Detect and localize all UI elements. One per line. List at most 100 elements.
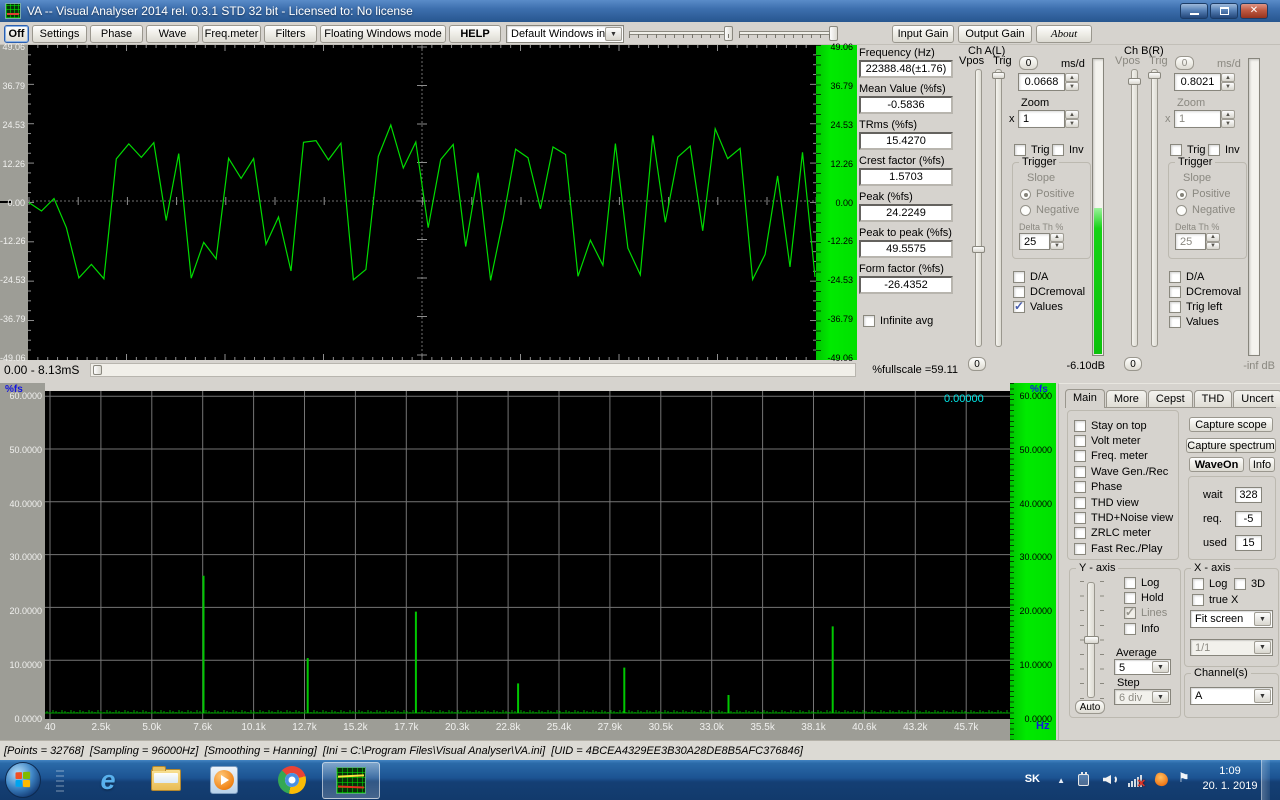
settings-button[interactable]: Settings	[32, 25, 87, 43]
y-scale-slider-thumb[interactable]	[1084, 636, 1099, 644]
main-option-checkbox[interactable]: Volt meter	[1074, 433, 1173, 448]
language-indicator[interactable]: SK	[1025, 773, 1040, 785]
minimize-button[interactable]	[1180, 3, 1208, 19]
media-player-icon[interactable]	[208, 764, 240, 796]
req-value[interactable]: -5	[1235, 511, 1262, 527]
main-option-checkbox[interactable]: THD+Noise view	[1074, 510, 1173, 525]
channel-b-option-checkbox[interactable]: DCremoval	[1169, 284, 1241, 299]
input-device-select[interactable]: Default Windows inp	[506, 25, 624, 43]
main-option-checkbox[interactable]: ZRLC meter	[1074, 526, 1173, 541]
start-button[interactable]	[5, 762, 41, 798]
wave-on-button[interactable]: WaveOn	[1189, 457, 1244, 472]
show-hidden-icons-icon[interactable]: ▲	[1057, 776, 1065, 785]
infinite-avg-checkbox[interactable]: Infinite avg	[863, 315, 933, 327]
check-icon[interactable]	[1169, 271, 1181, 283]
ratio-select[interactable]: 1/1	[1190, 639, 1273, 656]
main-option-checkbox[interactable]: Stay on top	[1074, 418, 1173, 433]
show-desktop-button[interactable]	[1261, 760, 1270, 800]
x-truex-checkbox[interactable]: true X	[1192, 594, 1238, 606]
channel-b-msd-spinner[interactable]	[1221, 73, 1235, 91]
check-icon[interactable]	[1074, 450, 1086, 462]
channel-a-inv-check-icon[interactable]	[1052, 144, 1064, 156]
channel-b-vpos-thumb[interactable]	[1128, 78, 1141, 85]
check-icon[interactable]	[1192, 578, 1204, 590]
y-scale-slider[interactable]	[1087, 582, 1095, 698]
internet-explorer-icon[interactable]: e	[92, 764, 124, 796]
used-value[interactable]: 15	[1235, 535, 1262, 551]
channel-a-msd-spinner[interactable]	[1065, 73, 1079, 91]
scope-scrollbar[interactable]	[90, 363, 856, 377]
channel-b-option-checkbox[interactable]: Values	[1169, 314, 1241, 329]
main-option-checkbox[interactable]: Wave Gen./Rec	[1074, 464, 1173, 479]
maximize-button[interactable]	[1210, 3, 1238, 19]
file-explorer-icon[interactable]	[150, 764, 182, 796]
input-gain-button[interactable]: Input Gain	[892, 25, 954, 43]
channel-a-slope-positive[interactable]: Positive	[1020, 188, 1075, 200]
channel-a-option-checkbox[interactable]: Values	[1013, 299, 1085, 314]
channel-b-msd-value[interactable]: 0.8021	[1174, 73, 1221, 91]
main-option-checkbox[interactable]: THD view	[1074, 495, 1173, 510]
radio-icon[interactable]	[1020, 189, 1031, 200]
check-icon[interactable]	[1124, 592, 1136, 604]
safely-remove-icon[interactable]	[1076, 772, 1092, 788]
radio-icon[interactable]	[1176, 205, 1187, 216]
scope-scrollbar-thumb[interactable]	[93, 365, 102, 375]
channel-a-trig-checkbox[interactable]: Trig	[1014, 144, 1050, 156]
visual-analyser-taskbar-button[interactable]	[322, 762, 380, 799]
clock[interactable]: 1:09 20. 1. 2019	[1198, 764, 1262, 794]
off-button[interactable]: Off	[4, 25, 29, 43]
panel-tab[interactable]: Main	[1065, 389, 1105, 408]
channel-a-option-checkbox[interactable]: DCremoval	[1013, 284, 1085, 299]
check-icon[interactable]	[1074, 497, 1086, 509]
check-icon[interactable]	[1074, 543, 1086, 555]
channel-b-trig-thumb[interactable]	[1148, 72, 1161, 79]
check-icon[interactable]	[1124, 607, 1136, 619]
channel-a-slope-negative[interactable]: Negative	[1020, 204, 1079, 216]
wait-value[interactable]: 328	[1235, 487, 1262, 503]
channel-b-inv-check-icon[interactable]	[1208, 144, 1220, 156]
channel-b-option-checkbox[interactable]: D/A	[1169, 269, 1241, 284]
channel-a-vpos-thumb[interactable]	[972, 246, 985, 253]
x-3d-checkbox[interactable]: 3D	[1234, 578, 1265, 590]
channel-b-zoom-spinner[interactable]	[1221, 110, 1235, 128]
radio-icon[interactable]	[1020, 205, 1031, 216]
panel-tab[interactable]: Uncert	[1233, 390, 1280, 407]
channel-a-delta-spinner[interactable]	[1050, 233, 1064, 250]
help-button[interactable]: HELP	[449, 25, 501, 43]
channel-b-delta-spinner[interactable]	[1206, 233, 1220, 250]
channel-a-zoom-value[interactable]: 1	[1018, 110, 1065, 128]
channel-a-trig-thumb[interactable]	[992, 72, 1005, 79]
check-icon[interactable]	[1013, 271, 1025, 283]
channel-a-trig-slider[interactable]	[995, 69, 1002, 347]
freq-meter-button[interactable]: Freq.meter	[202, 25, 261, 43]
channel-a-delta-value[interactable]: 25	[1019, 233, 1050, 250]
floating-windows-button[interactable]: Floating Windows mode	[320, 25, 446, 43]
y-auto-button[interactable]: Auto	[1075, 700, 1105, 714]
infinite-avg-check-icon[interactable]	[863, 315, 875, 327]
channel-a-trig-check-icon[interactable]	[1014, 144, 1026, 156]
check-icon[interactable]	[1124, 623, 1136, 635]
check-icon[interactable]	[1074, 527, 1086, 539]
channel-b-inv-checkbox[interactable]: Inv	[1208, 144, 1240, 156]
channel-a-vpos-slider[interactable]	[975, 69, 982, 347]
info-button[interactable]: Info	[1249, 457, 1275, 472]
channel-a-zoom-spinner[interactable]	[1065, 110, 1079, 128]
chrome-icon[interactable]	[276, 764, 308, 796]
main-option-checkbox[interactable]: Phase	[1074, 480, 1173, 495]
check-icon[interactable]	[1234, 578, 1246, 590]
channel-a-vpos-zero-button[interactable]: 0	[1019, 56, 1038, 70]
channel-b-trig-check-icon[interactable]	[1170, 144, 1182, 156]
panel-tab[interactable]: THD	[1194, 390, 1233, 407]
channel-select[interactable]: A	[1190, 687, 1273, 705]
y-axis-checkbox[interactable]: Lines	[1124, 606, 1167, 621]
filters-button[interactable]: Filters	[264, 25, 317, 43]
channel-b-trig-slider[interactable]	[1151, 69, 1158, 347]
channel-b-slope-negative[interactable]: Negative	[1176, 204, 1235, 216]
channel-b-zero-button[interactable]: 0	[1124, 357, 1142, 371]
channel-a-msd-value[interactable]: 0.0668	[1018, 73, 1065, 91]
output-gain-button[interactable]: Output Gain	[958, 25, 1032, 43]
step-select[interactable]: 6 div	[1114, 689, 1171, 705]
phase-button[interactable]: Phase	[90, 25, 143, 43]
volume-icon[interactable]	[1102, 772, 1118, 788]
check-icon[interactable]	[1124, 577, 1136, 589]
